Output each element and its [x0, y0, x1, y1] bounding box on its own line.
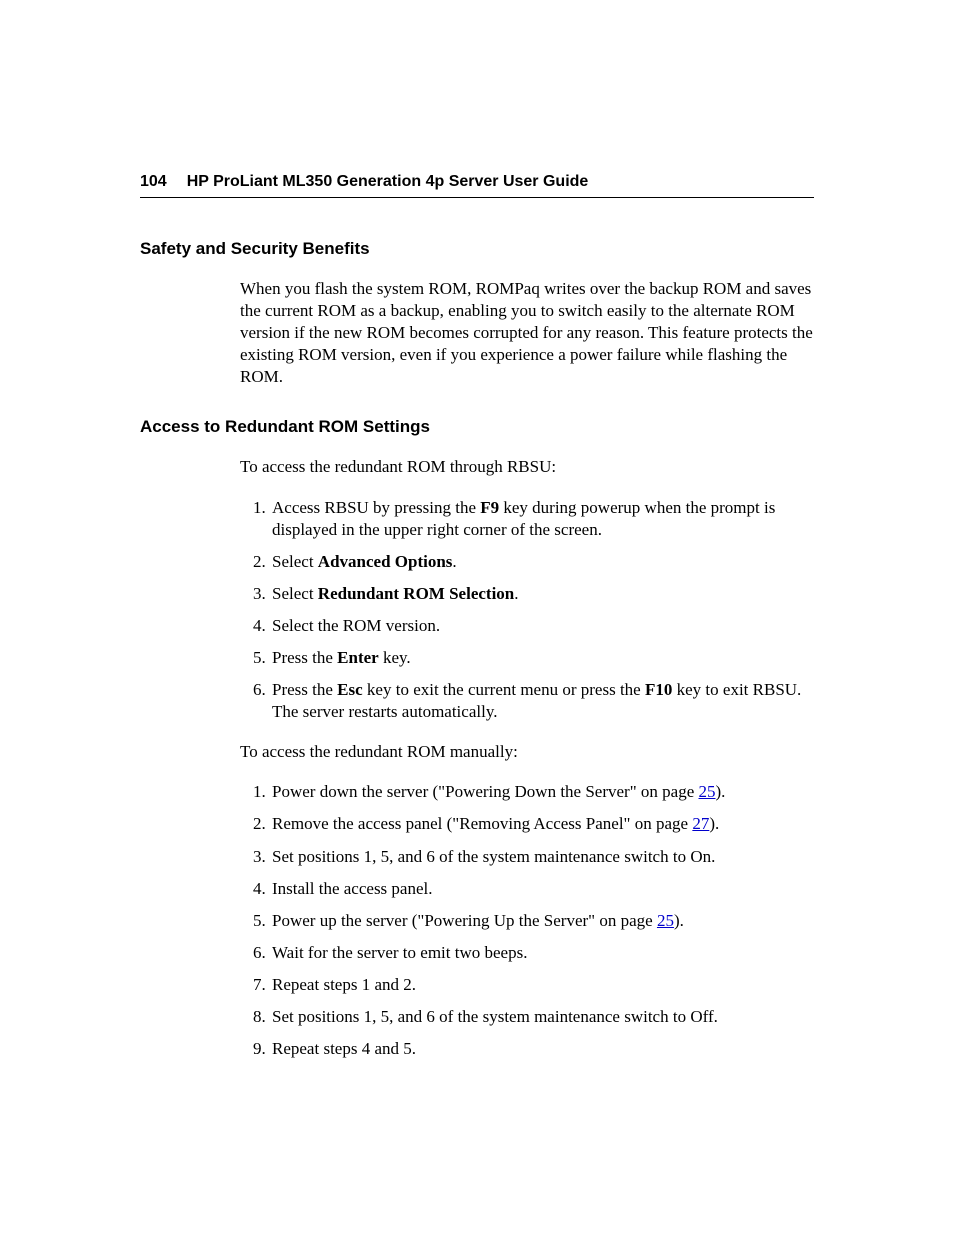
step-text: ).: [709, 814, 719, 833]
step-text: ).: [674, 911, 684, 930]
list-item: Repeat steps 4 and 5.: [270, 1038, 814, 1060]
list-item: Select the ROM version.: [270, 615, 814, 637]
step-text: .: [452, 552, 456, 571]
list-item: Press the Esc key to exit the current me…: [270, 679, 814, 723]
steps-rbsu: Access RBSU by pressing the F9 key durin…: [240, 497, 814, 724]
list-item: Repeat steps 1 and 2.: [270, 974, 814, 996]
list-item: Set positions 1, 5, and 6 of the system …: [270, 846, 814, 868]
steps-manual: Power down the server ("Powering Down th…: [240, 781, 814, 1060]
list-item: Set positions 1, 5, and 6 of the system …: [270, 1006, 814, 1028]
step-text: key.: [379, 648, 411, 667]
intro-rbsu: To access the redundant ROM through RBSU…: [240, 456, 814, 478]
step-bold: Redundant ROM Selection: [318, 584, 514, 603]
step-text: .: [514, 584, 518, 603]
step-text: Remove the access panel ("Removing Acces…: [272, 814, 692, 833]
step-bold: F10: [645, 680, 672, 699]
section-heading-safety: Safety and Security Benefits: [140, 238, 814, 260]
list-item: Install the access panel.: [270, 878, 814, 900]
list-item: Power up the server ("Powering Up the Se…: [270, 910, 814, 932]
intro-manual: To access the redundant ROM manually:: [240, 741, 814, 763]
page-link-25[interactable]: 25: [699, 782, 716, 801]
page-link-27[interactable]: 27: [692, 814, 709, 833]
document-page: 104 HP ProLiant ML350 Generation 4p Serve…: [0, 0, 954, 1060]
step-bold: Enter: [337, 648, 379, 667]
page-header: 104 HP ProLiant ML350 Generation 4p Serve…: [140, 170, 814, 198]
safety-paragraph: When you flash the system ROM, ROMPaq wr…: [240, 278, 814, 388]
list-item: Press the Enter key.: [270, 647, 814, 669]
step-text: ).: [716, 782, 726, 801]
list-item: Power down the server ("Powering Down th…: [270, 781, 814, 803]
list-item: Select Redundant ROM Selection.: [270, 583, 814, 605]
step-text: Press the: [272, 680, 337, 699]
step-text: Access RBSU by pressing the: [272, 498, 480, 517]
step-text: Press the: [272, 648, 337, 667]
list-item: Wait for the server to emit two beeps.: [270, 942, 814, 964]
section-heading-access: Access to Redundant ROM Settings: [140, 416, 814, 438]
step-text: Select: [272, 584, 318, 603]
step-text: key to exit the current menu or press th…: [363, 680, 645, 699]
list-item: Select Advanced Options.: [270, 551, 814, 573]
step-bold: Advanced Options: [318, 552, 453, 571]
page-number: 104: [140, 172, 167, 193]
page-link-25b[interactable]: 25: [657, 911, 674, 930]
step-text: Power down the server ("Powering Down th…: [272, 782, 699, 801]
step-text: Select: [272, 552, 318, 571]
step-bold: F9: [480, 498, 499, 517]
step-text: Power up the server ("Powering Up the Se…: [272, 911, 657, 930]
list-item: Remove the access panel ("Removing Acces…: [270, 813, 814, 835]
list-item: Access RBSU by pressing the F9 key durin…: [270, 497, 814, 541]
step-bold: Esc: [337, 680, 363, 699]
document-title: HP ProLiant ML350 Generation 4p Server U…: [187, 173, 589, 190]
